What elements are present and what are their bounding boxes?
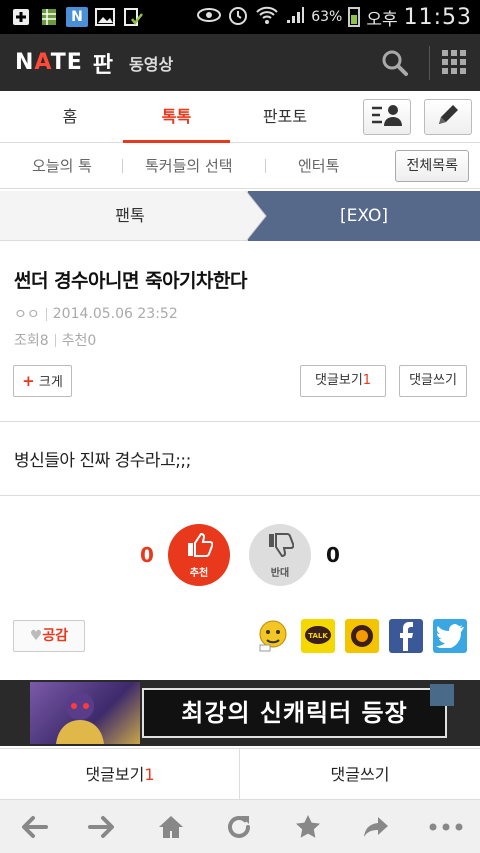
tab-toktok[interactable]: 톡톡: [123, 91, 230, 143]
emoji-icon[interactable]: [256, 619, 290, 653]
view-comments-button[interactable]: 댓글보기1: [300, 365, 386, 397]
article-date: 2014.05.06 23:52: [52, 306, 178, 322]
back-arrow-icon[interactable]: [16, 810, 52, 844]
refresh-icon[interactable]: [221, 810, 257, 844]
pan-logo[interactable]: 판: [93, 47, 113, 79]
my-profile-button[interactable]: [363, 99, 411, 135]
enlarge-label: 크게: [38, 375, 63, 390]
oppose-count: 0: [326, 543, 340, 567]
plus-box-icon: [10, 7, 32, 27]
article-meta: ㅇㅇ 2014.05.06 23:52: [14, 304, 178, 324]
heart-icon: ♥: [29, 628, 43, 644]
profile-list-icon: [370, 103, 404, 131]
browser-toolbar: [0, 800, 480, 853]
write-button[interactable]: [424, 99, 472, 135]
more-menu-icon[interactable]: [426, 810, 466, 844]
signal-icon: [285, 5, 305, 29]
view-comments-label: 댓글보기: [314, 373, 363, 388]
twitter-icon[interactable]: [433, 619, 467, 653]
ad-banner[interactable]: 최강의 신캐릭터 등장: [0, 680, 480, 746]
oppose-label: 반대: [270, 567, 290, 579]
subtab-choice[interactable]: 톡커들의 선택: [145, 143, 233, 189]
grid-menu-icon[interactable]: [442, 50, 466, 74]
subtab-entertalk[interactable]: 엔터톡: [298, 143, 339, 189]
recommend-label: 추천: [189, 567, 209, 579]
meta-divider: [45, 307, 47, 321]
subtab-divider: [122, 159, 123, 173]
meta-divider: [54, 333, 56, 347]
subtab-today[interactable]: 오늘의 톡: [32, 143, 92, 189]
search-icon[interactable]: [380, 48, 410, 78]
bottom-actions: 댓글보기1 댓글쓰기: [0, 748, 480, 801]
nate-logo[interactable]: NATE: [15, 50, 83, 75]
eye-icon: [197, 7, 222, 27]
plus-icon: +: [22, 372, 35, 390]
bottom-view-comments-label: 댓글보기: [85, 765, 145, 784]
main-tabs: 홈 톡톡 판포토: [0, 91, 480, 143]
pencil-icon: [435, 102, 461, 132]
header-divider: [429, 46, 430, 80]
ampm: 오후: [366, 9, 398, 30]
write-comment-button[interactable]: 댓글쓰기: [399, 365, 467, 397]
tab-panphoto[interactable]: 판포토: [235, 91, 335, 143]
all-list-button[interactable]: 전체목록: [395, 150, 469, 182]
battery-percent: 63%: [311, 9, 343, 25]
article-views: 조회8: [14, 333, 49, 349]
bottom-view-comments-button[interactable]: 댓글보기1: [0, 749, 240, 801]
bottom-comment-count: 1: [144, 765, 155, 784]
article-title: 썬더 경수아니면 죽아기차한다: [14, 270, 247, 292]
divider: [0, 421, 480, 422]
video-link[interactable]: 동영상: [129, 51, 173, 75]
category-breadcrumb: 팬톡 [EXO]: [0, 191, 480, 241]
ad-text: 최강의 신캐릭터 등장: [142, 688, 447, 738]
empathy-label: 공감: [42, 628, 69, 644]
subtab-divider: [265, 159, 266, 173]
divider: [0, 495, 480, 496]
kakaostory-icon[interactable]: [345, 619, 379, 653]
alarm-icon: [227, 4, 249, 30]
article-author: ㅇㅇ: [14, 307, 40, 323]
comment-count: 1: [362, 373, 372, 388]
recommend-count: 0: [140, 543, 154, 567]
home-icon[interactable]: [153, 810, 189, 844]
tab-home[interactable]: 홈: [20, 91, 120, 143]
battery-icon: [348, 7, 361, 27]
facebook-icon[interactable]: [389, 619, 423, 653]
app-header: NATE 판 동영상: [0, 34, 480, 91]
wifi-icon: [255, 5, 279, 29]
sub-tabs: 오늘의 톡 톡커들의 선택 엔터톡 전체목록: [0, 143, 480, 189]
article-recommend: 추천0: [61, 333, 97, 349]
status-bar: N 63% 오후 11:53: [0, 0, 480, 34]
sheet-icon: [38, 7, 60, 27]
forward-arrow-icon[interactable]: [84, 810, 120, 844]
svg-text:TALK: TALK: [308, 632, 328, 640]
ad-character-image: [30, 682, 140, 744]
bottom-write-comment-button[interactable]: 댓글쓰기: [240, 749, 480, 801]
share-arrow-icon[interactable]: [358, 810, 394, 844]
thumbs-down-icon: [266, 532, 295, 562]
oppose-button[interactable]: 반대: [249, 524, 311, 586]
kakaotalk-icon[interactable]: TALK: [301, 619, 335, 653]
empathy-button[interactable]: ♥공감: [13, 620, 85, 652]
enlarge-button[interactable]: + 크게: [13, 365, 72, 397]
clock: 11:53: [403, 4, 472, 30]
download-check-icon: [122, 7, 144, 27]
recommend-button[interactable]: 추천: [168, 524, 230, 586]
article-body: 병신들아 진짜 경수라고;;;: [14, 451, 191, 471]
breadcrumb-arrow-outline: [245, 191, 267, 241]
image-icon: [94, 7, 116, 27]
nate-n-icon: N: [66, 7, 88, 27]
thumbs-up-icon: [185, 532, 214, 562]
ad-info-icon[interactable]: [430, 684, 454, 706]
article-stats: 조회8 추천0: [14, 330, 96, 350]
bookmark-star-icon[interactable]: [290, 810, 326, 844]
